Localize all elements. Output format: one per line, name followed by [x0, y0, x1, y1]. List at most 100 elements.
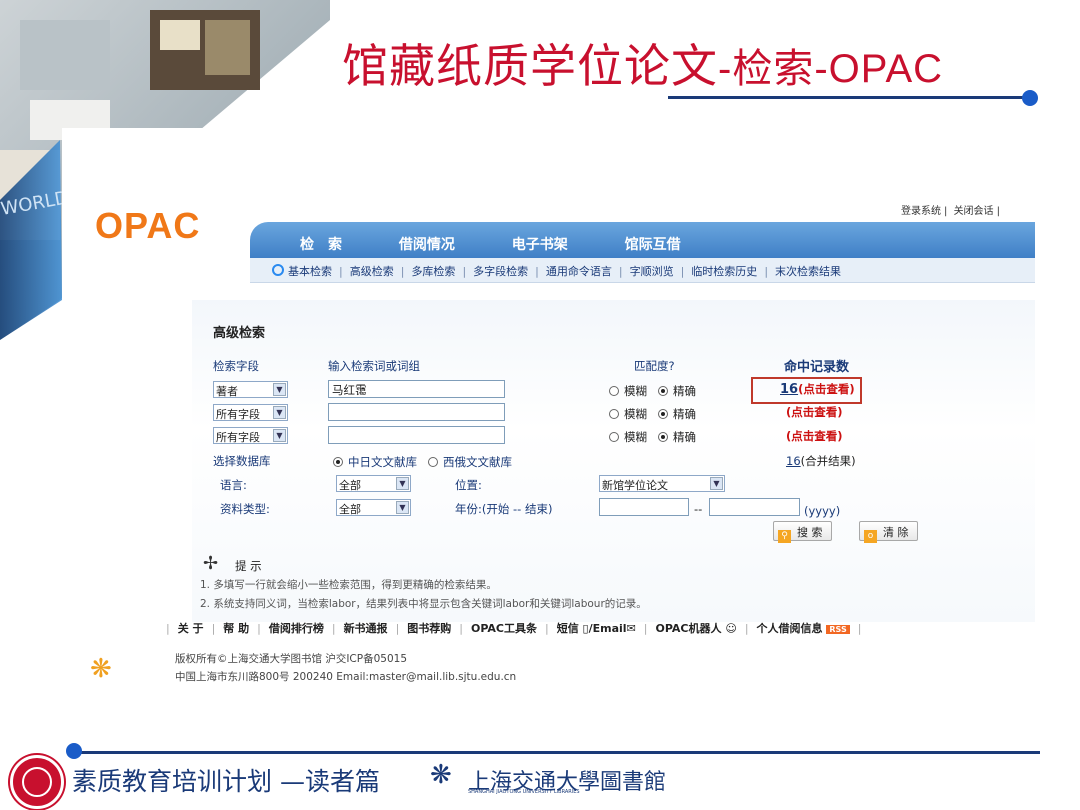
mail-icon: ✉	[626, 622, 636, 635]
col-match-header[interactable]: 匹配度?	[634, 358, 675, 374]
caption-dash: —	[279, 767, 305, 796]
exact-label: 精确	[672, 430, 696, 444]
copyright-line-2: 中国上海市东川路800号 200240 Email:master@mail.li…	[175, 671, 517, 683]
nav-ebookshelf[interactable]: 电子书架	[512, 234, 568, 254]
view-hits-link[interactable]: (点击查看)	[786, 428, 843, 444]
footer-links: | 关 于 | 帮 助 | 借阅排行榜 | 新书通报 | 图书荐购 | OPAC工具条 | 短信 ▯/Em…	[166, 622, 862, 635]
footer-sms[interactable]: 短信	[557, 622, 579, 635]
slide-title-search: 检索	[732, 46, 815, 92]
section-name: 读者篇	[304, 767, 380, 796]
fuzzy-radio[interactable]	[609, 386, 619, 396]
university-emblem-icon	[10, 755, 64, 809]
db-cn-radio[interactable]	[333, 457, 343, 467]
chevron-down-icon: ▼	[273, 429, 286, 442]
library-logo-icon: ❋	[430, 760, 452, 790]
year-format-hint: (yyyy)	[804, 504, 841, 518]
database-options: 中日文文献库 西俄文文献库	[333, 454, 512, 470]
db-cn-label: 中日文文献库	[348, 455, 417, 469]
exact-label: 精确	[672, 384, 696, 398]
year-end-input[interactable]	[709, 498, 800, 516]
exact-radio[interactable]	[657, 409, 668, 419]
footer-robot[interactable]: OPAC机器人	[656, 622, 722, 635]
location-select[interactable]: 新馆学位论文 ▼	[599, 475, 725, 492]
col-hits-header: 命中记录数	[784, 360, 850, 375]
location-label: 位置:	[455, 478, 482, 492]
rss-icon[interactable]: RSS	[826, 625, 850, 634]
copyright: 版权所有©上海交通大学图书馆 沪交ICP备05015 中国上海市东川路800号 …	[175, 650, 516, 686]
field-select[interactable]: 著者 ▼	[213, 381, 288, 398]
view-hits-link[interactable]: (点击查看)	[786, 404, 843, 420]
fuzzy-radio[interactable]	[609, 409, 619, 419]
program-name: 素质教育培训计划	[72, 767, 273, 796]
slide-title-sep: -	[814, 47, 829, 91]
exact-label: 精确	[672, 407, 696, 421]
type-select[interactable]: 全部 ▼	[336, 499, 411, 516]
slide-title-opac: OPAC	[828, 47, 944, 91]
merged-result[interactable]: 16(合并结果)	[786, 453, 856, 469]
col-term-header: 输入检索词或词组	[328, 359, 420, 373]
subnav-multifield[interactable]: 多字段检索	[473, 265, 528, 278]
title-dot	[1022, 90, 1038, 106]
robot-icon: ☺	[721, 622, 737, 635]
nav-borrowing[interactable]: 借阅情况	[399, 234, 455, 254]
year-start-input[interactable]	[599, 498, 689, 516]
search-icon	[272, 264, 284, 276]
merged-count[interactable]: 16	[786, 454, 801, 468]
phone-icon: ▯	[578, 622, 589, 635]
tip-line-1: 1. 多填写一行就会缩小一些检索范围，得到更精确的检索结果。	[200, 579, 497, 591]
subnav-history[interactable]: 临时检索历史	[691, 265, 757, 278]
copyright-line-1: 版权所有©上海交通大学图书馆 沪交ICP备05015	[175, 653, 407, 665]
tips-title: 提 示	[235, 559, 262, 573]
exact-radio[interactable]	[657, 432, 668, 442]
search-term-input[interactable]	[328, 403, 505, 421]
title-underline	[668, 96, 1026, 99]
field-select[interactable]: 所有字段 ▼	[213, 427, 288, 444]
fuzzy-label: 模糊	[624, 430, 647, 444]
footer-email[interactable]: /Email	[589, 622, 627, 635]
db-west-radio[interactable]	[427, 457, 438, 467]
footer-recommend[interactable]: 图书荐购	[407, 622, 451, 635]
highlight-box	[751, 377, 862, 404]
bottom-rule	[74, 751, 1040, 754]
main-nav: 检 索 借阅情况 电子书架 馆际互借	[300, 234, 733, 254]
match-options: 模糊 精确	[609, 429, 696, 445]
subnav-advanced[interactable]: 高级检索	[350, 265, 394, 278]
footer-personal[interactable]: 个人借阅信息	[757, 622, 823, 635]
close-session-link[interactable]: 关闭会话	[954, 206, 994, 217]
exact-radio[interactable]	[657, 386, 668, 396]
subnav-multidb[interactable]: 多库检索	[411, 265, 455, 278]
chevron-down-icon: ▼	[710, 477, 723, 490]
search-term-input[interactable]	[328, 426, 505, 444]
nav-interlibrary[interactable]: 馆际互借	[625, 234, 681, 254]
clear-button[interactable]: o清 除	[859, 521, 918, 543]
footer-toolbar[interactable]: OPAC工具条	[471, 622, 537, 635]
form-title: 高级检索	[213, 326, 266, 341]
fuzzy-radio[interactable]	[609, 432, 619, 442]
subnav-basic[interactable]: 基本检索	[288, 265, 332, 278]
footer-help[interactable]: 帮 助	[223, 622, 249, 635]
year-label: 年份:(开始 -- 结束)	[455, 502, 553, 516]
chevron-down-icon: ▼	[396, 501, 409, 514]
match-options: 模糊 精确	[609, 383, 696, 399]
search-term-input[interactable]: 马红霭	[328, 380, 505, 398]
login-link[interactable]: 登录系统	[901, 206, 941, 217]
subnav-last-result[interactable]: 末次检索结果	[775, 265, 841, 278]
language-label: 语言:	[220, 478, 247, 492]
col-field-header: 检索字段	[213, 359, 259, 373]
footer-new-books[interactable]: 新书通报	[344, 622, 388, 635]
language-select[interactable]: 全部 ▼	[336, 475, 411, 492]
search-icon: ⚲	[778, 530, 791, 543]
field-select[interactable]: 所有字段 ▼	[213, 404, 288, 421]
type-label: 资料类型:	[220, 502, 270, 516]
bottom-dot	[66, 743, 82, 759]
slide-title-sep: -	[718, 47, 733, 91]
nav-search[interactable]: 检 索	[300, 234, 342, 254]
bottom-caption: 素质教育培训计划 —读者篇	[72, 762, 380, 798]
opac-logo: OPAC	[95, 205, 201, 246]
search-button[interactable]: ⚲ 搜 索	[773, 521, 832, 543]
footer-about[interactable]: 关 于	[178, 622, 204, 635]
fuzzy-label: 模糊	[624, 407, 647, 421]
subnav-browse[interactable]: 字顺浏览	[630, 265, 674, 278]
subnav-ccl[interactable]: 通用命令语言	[546, 265, 612, 278]
footer-ranking[interactable]: 借阅排行榜	[269, 622, 324, 635]
